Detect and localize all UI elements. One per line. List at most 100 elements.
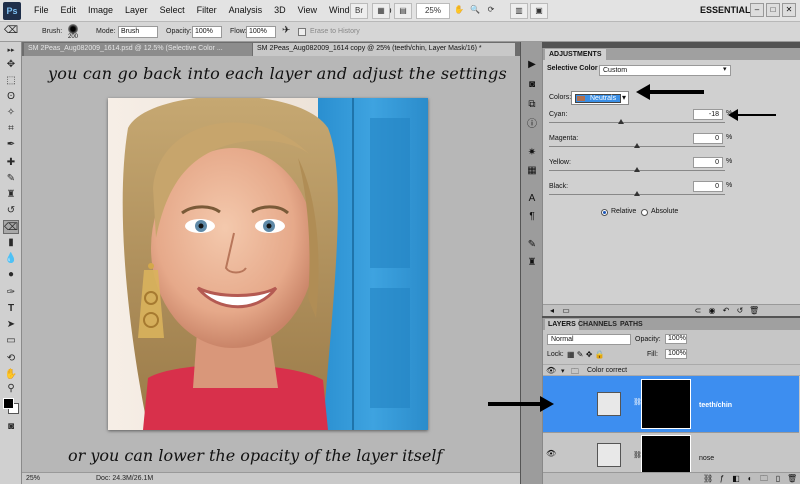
fx-icon[interactable]: ƒ bbox=[717, 474, 727, 483]
preset-select[interactable]: Custom bbox=[599, 65, 731, 76]
pen-tool-icon[interactable]: ✑ bbox=[3, 286, 19, 300]
relative-radio[interactable] bbox=[601, 209, 608, 216]
zoom-level-select[interactable]: 25% bbox=[416, 3, 450, 19]
info-icon[interactable]: ⓘ bbox=[524, 118, 540, 132]
eye-icon[interactable]: 👁 bbox=[546, 366, 556, 375]
clip-to-layer-icon[interactable]: ⊂ bbox=[693, 306, 703, 315]
menu-select[interactable]: Select bbox=[154, 5, 191, 15]
black-field[interactable]: 0 bbox=[693, 181, 723, 192]
shape-tool-icon[interactable]: ▭ bbox=[3, 334, 19, 348]
mini-bridge-icon[interactable]: ▦ bbox=[372, 3, 390, 19]
cyan-field[interactable]: -18 bbox=[693, 109, 723, 120]
tab-document-1[interactable]: SM 2Peas_Aug082009_1614.psd @ 12.5% (Sel… bbox=[24, 43, 252, 56]
flow-field[interactable]: 100% bbox=[246, 26, 276, 38]
collapse-toolbox-icon[interactable]: ▸▸ bbox=[3, 44, 19, 58]
clone-stamp-tool-icon[interactable]: ♜ bbox=[3, 188, 19, 202]
rotate-view-icon[interactable]: ⟳ bbox=[484, 3, 498, 19]
navigator-icon[interactable]: ✷ bbox=[524, 146, 540, 160]
tab-channels[interactable]: CHANNELS bbox=[575, 319, 620, 330]
yellow-slider-thumb[interactable] bbox=[634, 167, 640, 172]
camera-icon[interactable]: ◙ bbox=[524, 78, 540, 92]
spot-healing-tool-icon[interactable]: ✚ bbox=[3, 156, 19, 170]
chevron-down-icon[interactable]: ▾ bbox=[723, 65, 727, 73]
menu-3d[interactable]: 3D bbox=[268, 5, 292, 15]
new-group-icon[interactable]: 🗀 bbox=[759, 474, 769, 483]
delete-layer-icon[interactable]: 🗑 bbox=[787, 474, 797, 483]
visibility-icon[interactable]: ◉ bbox=[707, 306, 717, 315]
layer-mask-thumbnail[interactable] bbox=[641, 379, 691, 429]
tab-paths[interactable]: PATHS bbox=[617, 319, 646, 330]
colors-select[interactable]: Neutrals ▾ bbox=[571, 91, 629, 105]
reset-icon[interactable]: ↺ bbox=[735, 306, 745, 315]
arrange-documents-icon[interactable]: ▥ bbox=[510, 3, 528, 19]
fill-field[interactable]: 100% bbox=[665, 349, 687, 359]
layer-opacity-field[interactable]: 100% bbox=[665, 334, 687, 344]
expand-view-icon[interactable]: ▭ bbox=[561, 306, 571, 315]
cyan-slider-thumb[interactable] bbox=[618, 119, 625, 124]
magenta-slider-thumb[interactable] bbox=[634, 143, 640, 148]
brush-preview-icon[interactable] bbox=[68, 24, 78, 34]
delete-icon[interactable]: 🗑 bbox=[749, 306, 759, 315]
menu-layer[interactable]: Layer bbox=[119, 5, 154, 15]
minimize-icon[interactable]: – bbox=[750, 3, 764, 17]
quick-mask-icon[interactable]: ◙ bbox=[3, 420, 19, 434]
eraser-tool-icon[interactable]: ⌫ bbox=[4, 25, 18, 36]
blur-tool-icon[interactable]: 💧 bbox=[3, 252, 19, 266]
paragraph-icon[interactable]: ¶ bbox=[524, 210, 540, 224]
dodge-tool-icon[interactable]: ● bbox=[3, 268, 19, 282]
magenta-field[interactable]: 0 bbox=[693, 133, 723, 144]
brush-tool-icon[interactable]: ✎ bbox=[3, 172, 19, 186]
hand-tool-icon[interactable]: ✋ bbox=[3, 368, 19, 382]
layer-row[interactable]: 👁 ⛓ nose bbox=[543, 432, 799, 472]
menu-view[interactable]: View bbox=[292, 5, 323, 15]
menu-analysis[interactable]: Analysis bbox=[223, 5, 269, 15]
foreground-color-swatch[interactable] bbox=[3, 398, 14, 409]
tab-adjustments[interactable]: ADJUSTMENTS bbox=[545, 49, 606, 60]
history-brush-tool-icon[interactable]: ↺ bbox=[3, 204, 19, 218]
link-layers-icon[interactable]: ⛓ bbox=[703, 474, 713, 483]
gradient-tool-icon[interactable]: ▮ bbox=[3, 236, 19, 250]
maximize-icon[interactable]: □ bbox=[766, 3, 780, 17]
magic-wand-tool-icon[interactable]: ✧ bbox=[3, 106, 19, 120]
history-icon[interactable]: ⧉ bbox=[524, 98, 540, 112]
lasso-tool-icon[interactable]: ʘ bbox=[3, 90, 19, 104]
hand-tool-icon[interactable]: ✋ bbox=[452, 3, 466, 19]
menu-edit[interactable]: Edit bbox=[55, 5, 83, 15]
yellow-field[interactable]: 0 bbox=[693, 157, 723, 168]
absolute-radio[interactable] bbox=[641, 209, 648, 216]
erase-history-checkbox[interactable] bbox=[298, 28, 306, 36]
play-action-icon[interactable]: ▶ bbox=[524, 58, 540, 72]
zoom-tool-icon[interactable]: ⚲ bbox=[3, 382, 19, 396]
eraser-tool-icon[interactable]: ⌫ bbox=[3, 220, 19, 234]
new-adjustment-icon[interactable]: ◐ bbox=[745, 474, 755, 483]
workspace-switcher[interactable]: ESSENTIALS bbox=[700, 5, 757, 15]
character-icon[interactable]: A bbox=[524, 192, 540, 206]
layer-group-row[interactable]: 👁 ▾ 🗀 Color correct bbox=[543, 364, 800, 376]
histogram-icon[interactable]: ▦ bbox=[524, 164, 540, 178]
cyan-slider-track[interactable] bbox=[549, 122, 725, 123]
airbrush-icon[interactable]: ✈ bbox=[282, 25, 290, 36]
layer-row-selected[interactable]: ⛓ teeth/chin bbox=[543, 376, 799, 432]
brushes-icon[interactable]: ✎ bbox=[524, 238, 540, 252]
menu-image[interactable]: Image bbox=[82, 5, 119, 15]
view-extras-icon[interactable]: ▤ bbox=[394, 3, 412, 19]
close-icon[interactable]: ✕ bbox=[782, 3, 796, 17]
blend-mode-select[interactable]: Normal bbox=[547, 334, 631, 345]
screen-mode-icon[interactable]: ▣ bbox=[530, 3, 548, 19]
layer-mask-thumbnail[interactable] bbox=[641, 435, 691, 472]
crop-tool-icon[interactable]: ⌗ bbox=[3, 122, 19, 136]
zoom-tool-icon[interactable]: 🔍 bbox=[468, 3, 482, 19]
move-tool-icon[interactable]: ✥ bbox=[3, 58, 19, 72]
new-layer-icon[interactable]: ▯ bbox=[773, 474, 783, 483]
menu-filter[interactable]: Filter bbox=[191, 5, 223, 15]
marquee-tool-icon[interactable]: ⬚ bbox=[3, 74, 19, 88]
type-tool-icon[interactable]: T bbox=[3, 302, 19, 316]
clone-source-icon[interactable]: ♜ bbox=[524, 256, 540, 270]
previous-state-icon[interactable]: ↶ bbox=[721, 306, 731, 315]
eye-icon[interactable]: 👁 bbox=[546, 449, 556, 458]
document-canvas[interactable]: you can go back into each layer and adju… bbox=[22, 56, 520, 472]
group-expand-icon[interactable]: ▾ bbox=[561, 367, 565, 375]
3d-rotate-tool-icon[interactable]: ⟲ bbox=[3, 352, 19, 366]
opacity-field[interactable]: 100% bbox=[192, 26, 222, 38]
add-mask-icon[interactable]: ◧ bbox=[731, 474, 741, 483]
